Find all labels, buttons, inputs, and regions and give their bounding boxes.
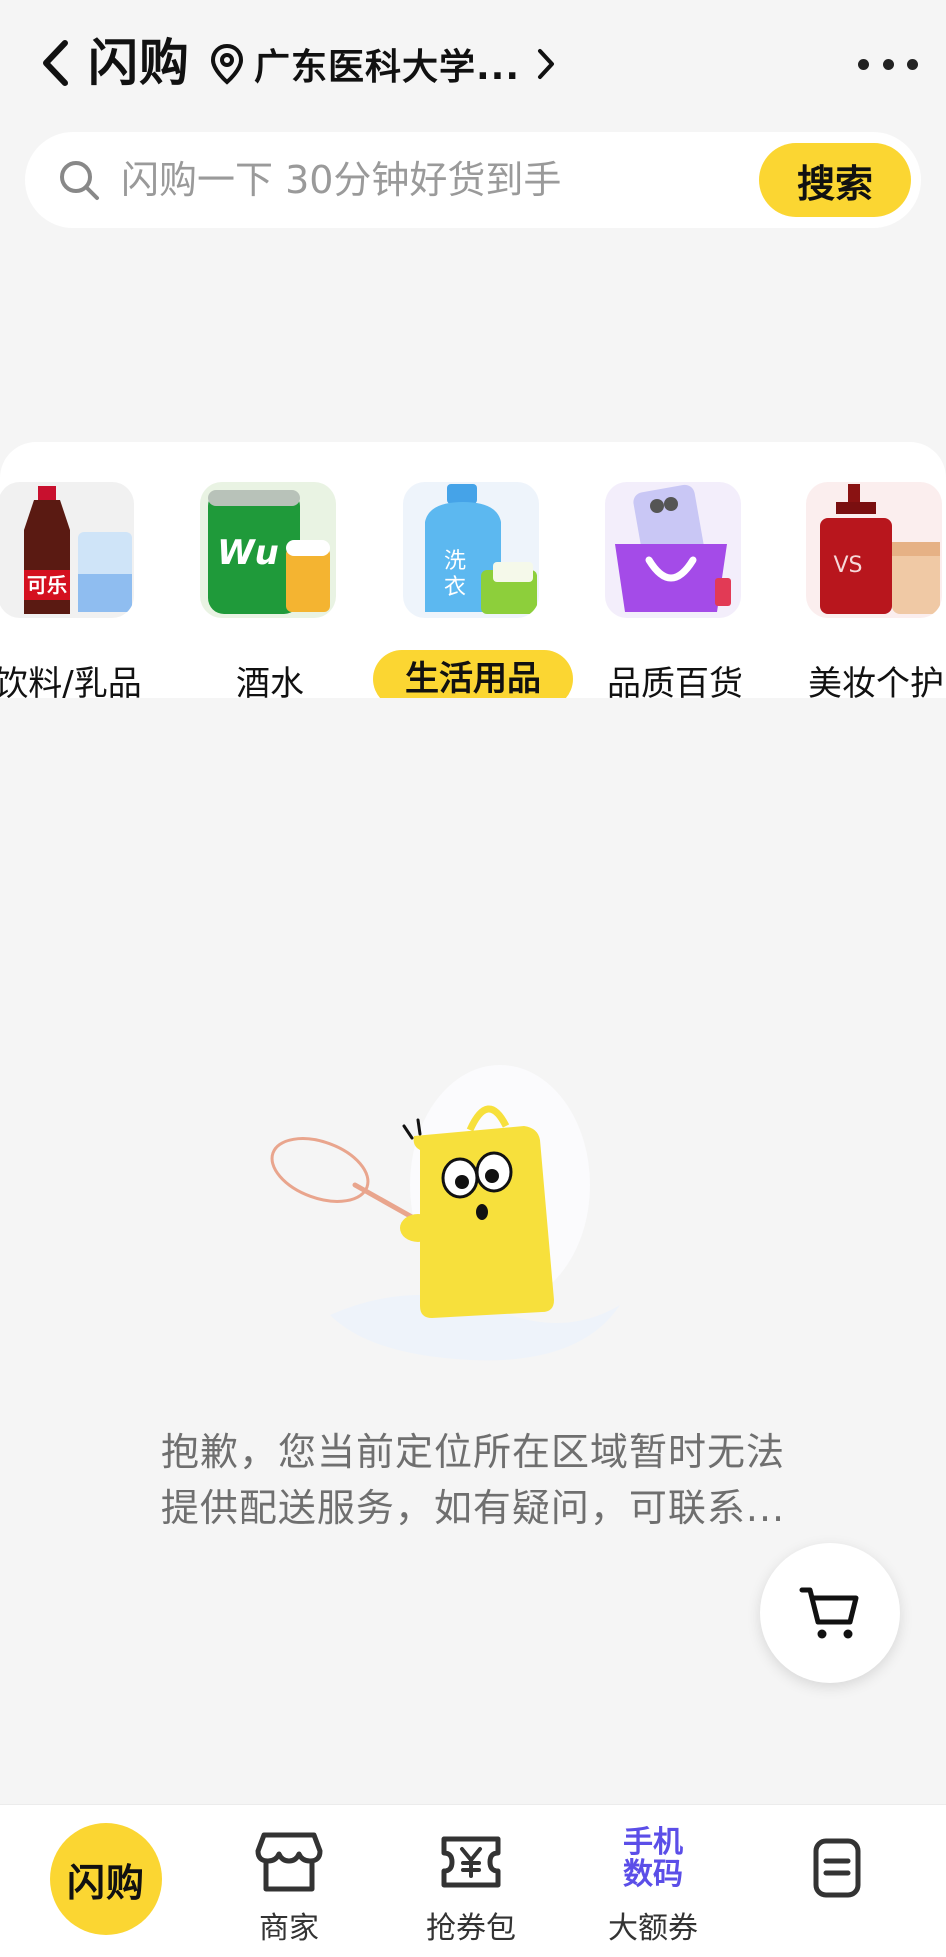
svg-text:衣: 衣 [444,575,466,600]
store-icon [255,1832,323,1892]
tab-flash-buy[interactable]: 闪购 [0,1805,170,1957]
svg-text:可乐: 可乐 [27,573,67,597]
bottom-tab-bar: 闪购 商家 抢券包 手机 数码 大额券 [0,1804,946,1957]
category-label: 生活用品 [373,650,573,698]
cola-bottle-icon: 可乐 [0,482,134,618]
tab-big-coupon[interactable]: 手机 数码 大额券 [568,1805,738,1957]
more-dot [858,58,869,70]
location-selector[interactable]: 广东医科大学... [210,34,556,94]
svg-text:Wu: Wu [217,533,279,573]
category-strip: 可乐 饮料/乳品 Wu 酒水 洗 衣 生活用品 品质百货 VS 美妆个护 [0,442,946,698]
tab-coupon-pack[interactable]: 抢券包 [386,1805,556,1957]
order-list-icon [813,1838,861,1898]
empty-message-line-2: 提供配送服务，如有疑问，可联系... [160,1486,786,1530]
category-liquor[interactable]: Wu 酒水 [180,482,360,698]
detergent-bottle-icon: 洗 衣 [403,482,539,618]
location-pin-icon [210,43,244,85]
search-bar[interactable]: 闪购一下 30分钟好货到手 搜索 [25,132,921,228]
top-bar: 闪购 广东医科大学... [0,0,946,125]
category-cosmetics[interactable]: VS 美妆个护 [786,482,946,698]
beer-can-icon: Wu [200,482,336,618]
tab-orders[interactable] [752,1805,922,1957]
coupon-yen-icon [441,1836,501,1888]
more-button[interactable] [858,44,918,84]
search-input[interactable]: 闪购一下 30分钟好货到手 [121,154,561,206]
tab-merchants[interactable]: 商家 [204,1805,374,1957]
category-quality-goods[interactable]: 品质百货 [585,482,765,698]
cart-icon [799,1587,859,1639]
svg-text:洗: 洗 [444,549,466,574]
tab-label: 商家 [259,1911,319,1946]
empty-state-illustration [260,1060,680,1370]
flash-buy-badge: 闪购 [50,1823,162,1935]
category-drinks[interactable]: 可乐 饮料/乳品 [0,482,158,698]
tab-label: 抢券包 [426,1911,516,1946]
search-button[interactable]: 搜索 [759,143,911,217]
promo-text-1: 手机 [623,1825,683,1860]
empty-message-line-1: 抱歉，您当前定位所在区域暂时无法 [160,1430,785,1474]
more-dot [882,58,894,70]
category-label: 饮料/乳品 [0,664,142,698]
empty-state-message: 抱歉，您当前定位所在区域暂时无法 提供配送服务，如有疑问，可联系... [120,1424,826,1536]
phone-digital-promo-icon: 手机 数码 [613,1827,693,1891]
svg-text:VS: VS [833,553,862,578]
more-dot [907,58,918,70]
location-text: 广东医科大学... [254,47,521,88]
cosmetics-bottle-icon: VS [806,482,942,618]
category-label: 美妆个护 [808,664,944,698]
category-label: 酒水 [236,664,304,698]
page-title: 闪购 [88,34,190,92]
promo-text-2: 数码 [623,1857,683,1892]
shopping-bag-phone-icon [605,482,741,618]
chevron-right-icon [538,49,555,79]
chevron-left-icon [43,40,68,86]
category-label: 品质百货 [607,664,743,698]
tab-label: 大额券 [608,1911,698,1946]
search-icon [60,161,99,200]
back-button[interactable] [30,28,80,98]
cart-button[interactable] [760,1543,900,1683]
category-daily-goods[interactable]: 洗 衣 生活用品 [373,482,573,698]
